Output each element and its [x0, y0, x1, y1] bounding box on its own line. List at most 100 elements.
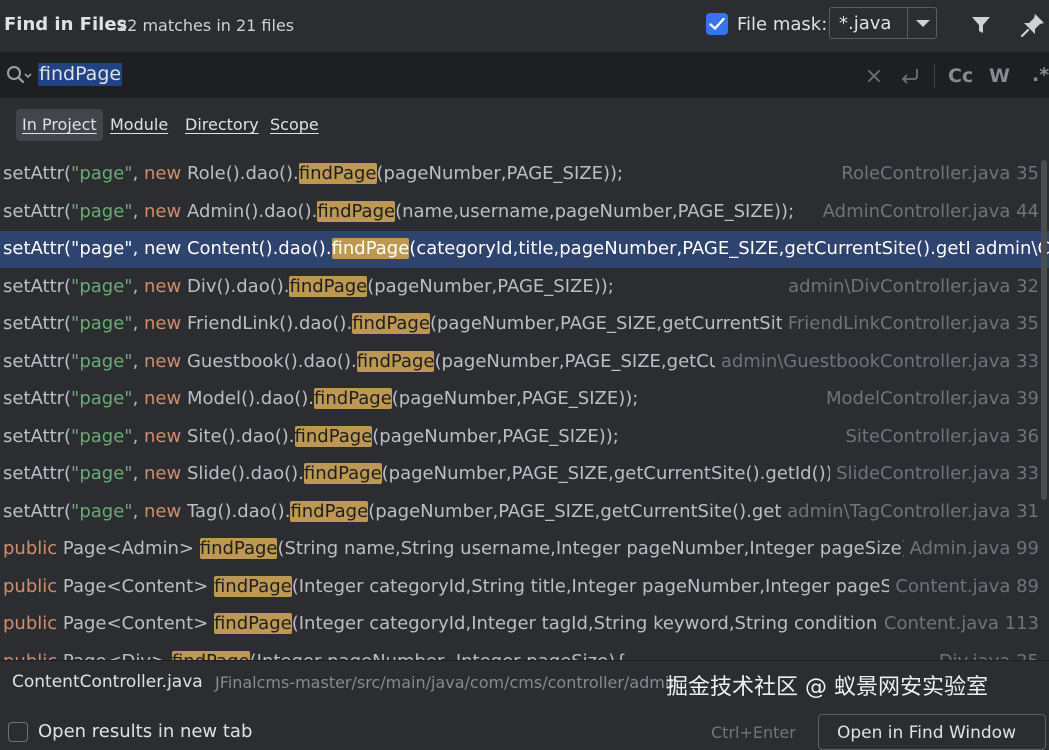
code-text: (pageNumber,PAGE_SIZE,getCurrentSite().g…: [381, 463, 846, 484]
code-text: ,: [132, 313, 145, 334]
code-text: setAttr(: [3, 350, 72, 372]
string-literal: "page": [71, 388, 133, 409]
code-text: (Integer categoryId,Integer tagId,String…: [291, 613, 926, 634]
match-highlight: findPage: [314, 388, 392, 409]
result-code: setAttr("page", new Admin().dao().findPa…: [3, 199, 794, 225]
match-highlight: findPage: [303, 463, 382, 484]
code-text: setAttr(: [3, 163, 72, 184]
result-row[interactable]: setAttr("page", new Role().dao().findPag…: [0, 156, 1049, 193]
string-literal: "page": [71, 350, 133, 372]
bottom-bar: Open results in new tab Ctrl+Enter Open …: [0, 704, 1049, 750]
result-file-location: Content.java 89: [889, 573, 1039, 600]
scope-tabs: In Project Module Directory Scope: [0, 98, 1049, 152]
search-input[interactable]: findPage: [38, 63, 123, 86]
code-text: Admin().dao().: [181, 200, 318, 222]
keyword: public: [3, 613, 58, 634]
match-highlight: findPage: [289, 275, 368, 297]
result-row[interactable]: setAttr("page", new Tag().dao().findPage…: [0, 494, 1049, 531]
result-row[interactable]: setAttr("page", new Model().dao().findPa…: [0, 381, 1049, 418]
keyword: new: [144, 500, 182, 522]
result-row[interactable]: setAttr("page", new Div().dao().findPage…: [0, 269, 1049, 306]
new-line-icon[interactable]: [899, 66, 921, 86]
code-text: Model().dao().: [181, 388, 315, 409]
results-list[interactable]: setAttr("page", new Role().dao().findPag…: [0, 156, 1049, 660]
search-icon[interactable]: [6, 65, 32, 87]
code-text: ,: [132, 425, 145, 447]
result-code: setAttr("page", new Tag().dao().findPage…: [3, 499, 832, 525]
code-text: Role().dao().: [181, 163, 299, 184]
result-file-location: Admin.java 99: [903, 536, 1039, 562]
code-text: (pageNumber,PAGE_SIZE));: [376, 163, 624, 184]
code-text: (categoryId,title,pageNumber,PAGE_SIZE,g…: [409, 238, 1017, 259]
watermark: 掘金技术社区 @ 蚁景网安实验室: [666, 675, 988, 700]
result-row[interactable]: setAttr("page", new FriendLink().dao().f…: [0, 306, 1049, 343]
match-highlight: findPage: [317, 200, 396, 222]
result-row[interactable]: public Page<Content> findPage(Integer ca…: [0, 569, 1049, 606]
tab-directory[interactable]: Directory: [179, 109, 265, 141]
pin-icon[interactable]: [1020, 12, 1046, 38]
file-mask-value[interactable]: *.java: [839, 13, 891, 34]
code-text: ,: [132, 350, 145, 372]
code-text: setAttr(: [3, 200, 72, 222]
result-code: setAttr("page", new Div().dao().findPage…: [3, 274, 614, 300]
clear-icon[interactable]: [866, 68, 882, 84]
keyword: new: [144, 425, 182, 447]
result-row[interactable]: setAttr("page", new Site().dao().findPag…: [0, 419, 1049, 456]
tab-scope[interactable]: Scope: [264, 109, 325, 141]
match-highlight: findPage: [294, 425, 373, 447]
result-row[interactable]: public Page<Div> findPage(Integer pageNu…: [0, 644, 1049, 660]
string-literal: "page": [71, 238, 133, 259]
result-code: setAttr("page", new Guestbook().dao().fi…: [3, 349, 764, 375]
result-row[interactable]: public Page<Admin> findPage(String name,…: [0, 531, 1049, 568]
keyword: new: [144, 463, 182, 484]
keyword: new: [144, 388, 182, 409]
tab-in-project[interactable]: In Project: [16, 109, 103, 141]
code-text: Page<Content>: [57, 613, 214, 634]
keyword: new: [144, 350, 182, 372]
search-bar[interactable]: findPage Cc W .*: [0, 52, 1049, 98]
result-file-location: FriendLinkController.java 35: [781, 311, 1039, 337]
result-file-location: SiteController.java 36: [839, 423, 1039, 450]
result-code: setAttr("page", new Role().dao().findPag…: [3, 161, 623, 187]
result-code: public Page<Content> findPage(Integer ca…: [3, 574, 940, 600]
shortcut-hint: Ctrl+Enter: [711, 723, 796, 742]
regex-toggle[interactable]: .*: [1032, 64, 1049, 86]
string-literal: "page": [71, 200, 133, 222]
code-text: ,: [132, 275, 145, 297]
preview-file-name: ContentController.java: [12, 672, 203, 692]
open-in-find-window-button[interactable]: Open in Find Window: [818, 714, 1046, 750]
results-scrollbar[interactable]: [1041, 160, 1047, 500]
code-text: (pageNumber,PAGE_SIZE));: [391, 388, 639, 409]
code-text: Guestbook().dao().: [181, 350, 357, 372]
string-literal: "page": [71, 275, 133, 297]
chevron-down-icon[interactable]: [916, 20, 930, 27]
result-row[interactable]: setAttr("page", new Admin().dao().findPa…: [0, 194, 1049, 231]
code-text: ,: [132, 238, 145, 259]
open-in-new-tab-checkbox[interactable]: [8, 722, 28, 742]
result-row[interactable]: setAttr("page", new Slide().dao().findPa…: [0, 456, 1049, 493]
file-mask-combo[interactable]: *.java: [829, 7, 937, 39]
code-text: setAttr(: [3, 463, 72, 484]
code-text: setAttr(: [3, 275, 72, 297]
result-row[interactable]: public Page<Content> findPage(Integer ca…: [0, 606, 1049, 643]
code-text: Slide().dao().: [181, 463, 304, 484]
filter-icon[interactable]: [970, 14, 992, 36]
file-mask-checkbox[interactable]: [706, 13, 728, 35]
code-text: (String name,String username,Integer pag…: [277, 538, 921, 559]
match-case-toggle[interactable]: Cc: [948, 65, 973, 87]
match-highlight: findPage: [171, 650, 250, 660]
string-literal: "page": [71, 313, 133, 334]
code-text: setAttr(: [3, 425, 72, 447]
combo-divider: [907, 8, 908, 38]
result-row[interactable]: setAttr("page", new Guestbook().dao().fi…: [0, 344, 1049, 381]
result-row[interactable]: setAttr("page", new Content().dao().find…: [0, 231, 1049, 268]
keyword: new: [144, 163, 182, 184]
string-literal: "page": [71, 463, 133, 484]
whole-words-toggle[interactable]: W: [989, 65, 1010, 87]
code-text: ,: [132, 200, 145, 222]
tab-module[interactable]: Module: [104, 109, 174, 141]
result-code: setAttr("page", new FriendLink().dao().f…: [3, 311, 836, 337]
code-text: Content().dao().: [181, 238, 332, 259]
result-file-location: Content.java 113: [877, 611, 1039, 637]
keyword: new: [144, 238, 182, 259]
